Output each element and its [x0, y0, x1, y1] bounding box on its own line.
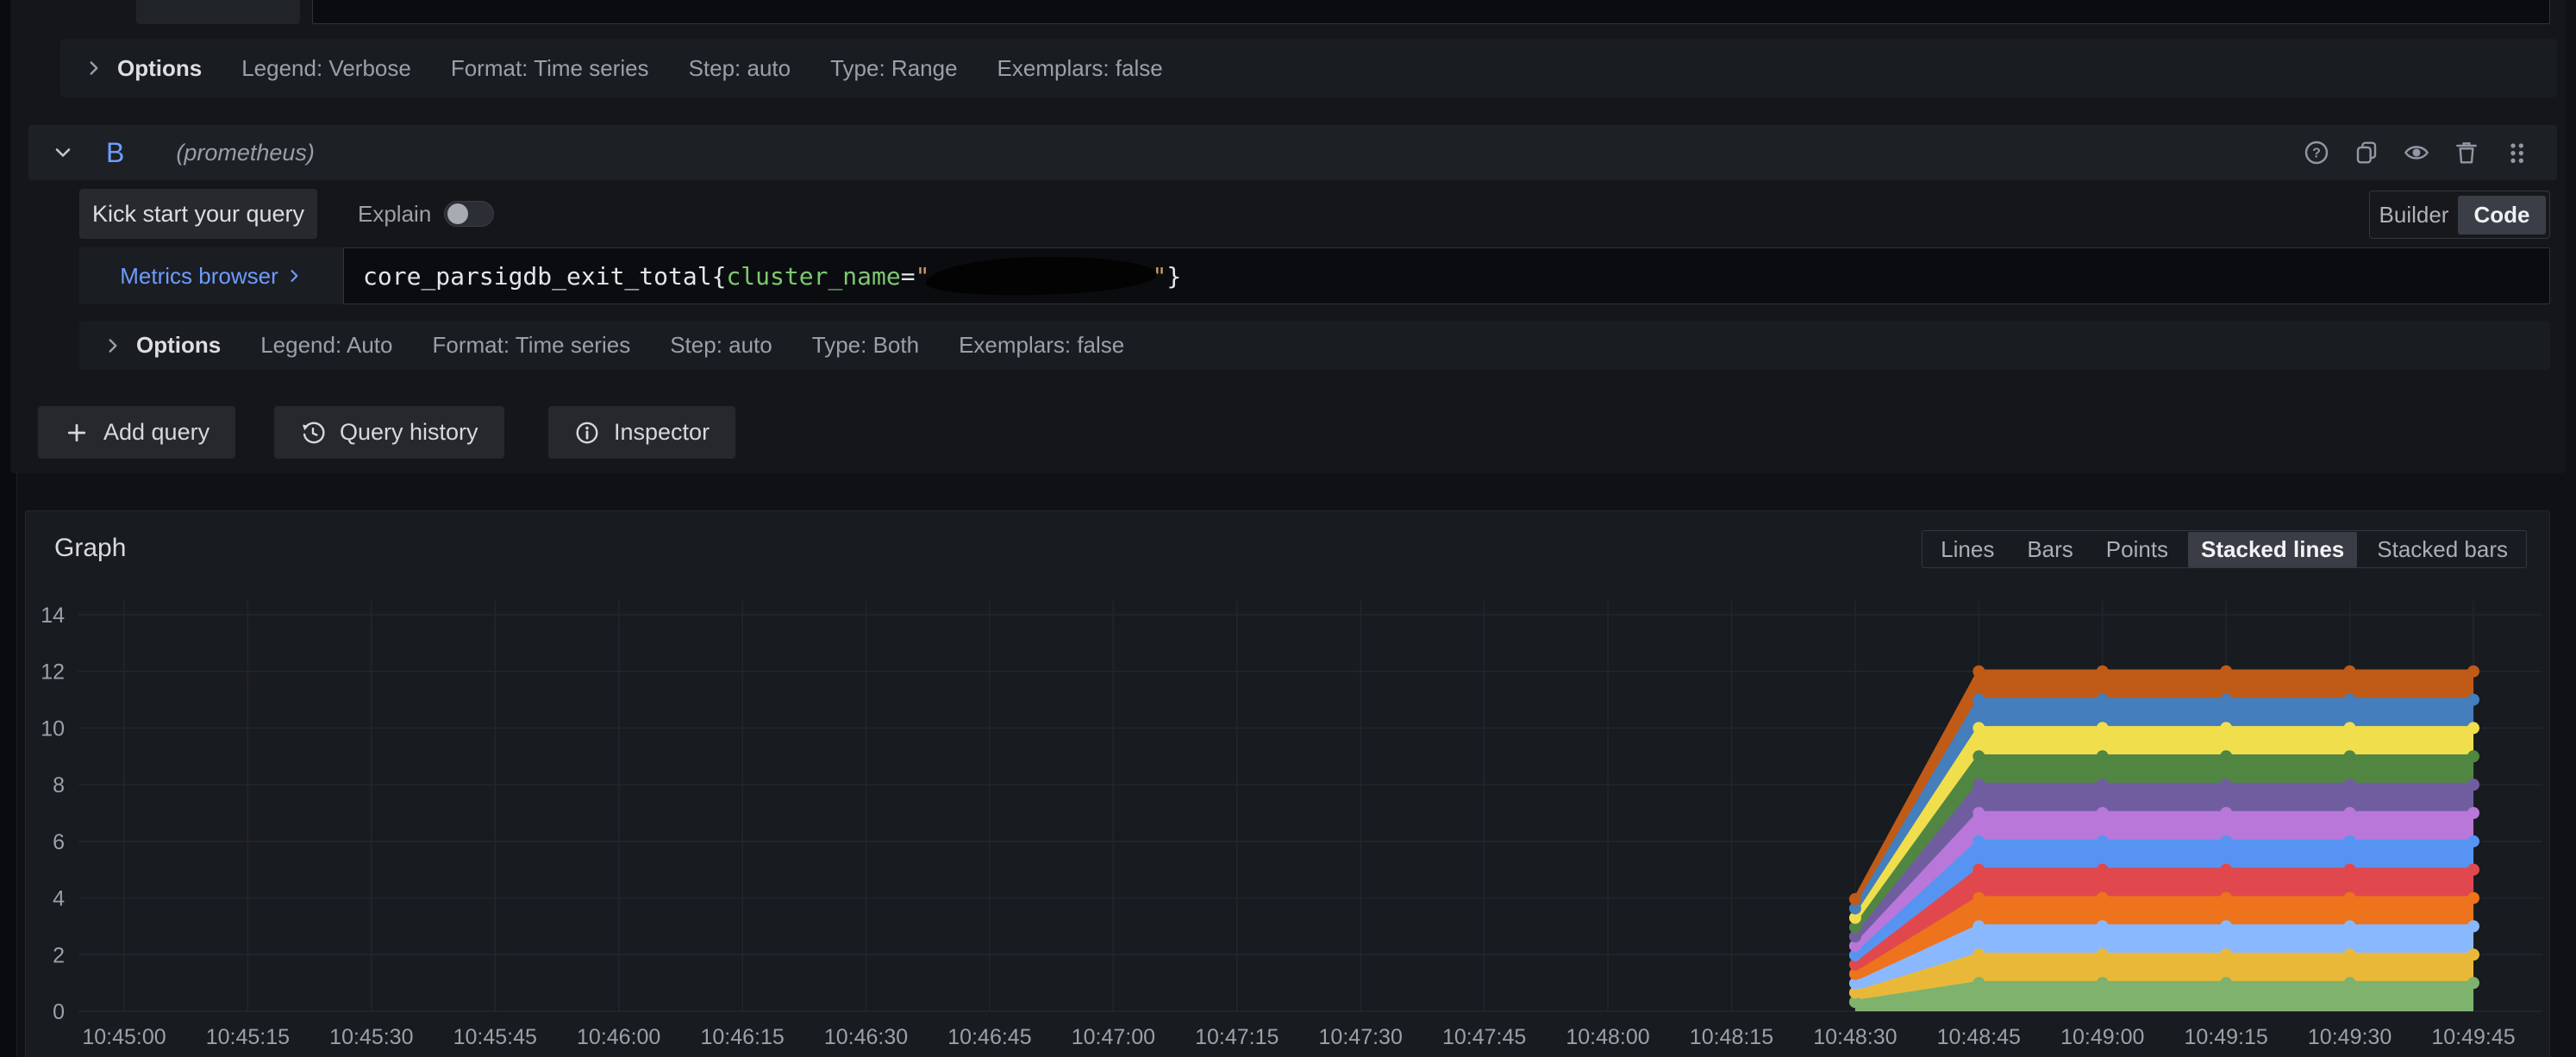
query-b-header[interactable]: B (prometheus) ? — [28, 125, 2557, 180]
redacted-value-blob — [925, 253, 1158, 298]
trash-icon — [2456, 142, 2477, 164]
option-stat: Exemplars: false — [997, 54, 1163, 81]
query-a-options-row[interactable]: Options Legend: Verbose Format: Time seri… — [60, 39, 2557, 97]
eye-button[interactable] — [2402, 138, 2431, 167]
svg-text:10:46:00: 10:46:00 — [577, 1025, 660, 1049]
chevron-right-icon — [102, 335, 124, 357]
metrics-browser-label: Metrics browser — [120, 262, 278, 289]
promql-query-input[interactable]: core_parsigdb_exit_total{cluster_name = " "… — [343, 247, 2550, 304]
svg-text:10:47:45: 10:47:45 — [1442, 1025, 1526, 1049]
copy-button[interactable] — [2352, 138, 2381, 167]
drag-handle-icon — [2510, 143, 2523, 163]
svg-text:4: 4 — [53, 887, 65, 911]
query-a-options-stats: Legend: Verbose Format: Time series Step: … — [241, 55, 1163, 82]
button-label: Inspector — [614, 419, 710, 445]
help-icon: ? — [2304, 141, 2329, 165]
query-b-options-label: Options — [136, 332, 222, 358]
svg-text:?: ? — [2312, 146, 2321, 160]
eye-icon — [2404, 146, 2429, 159]
plus-icon — [67, 423, 86, 441]
svg-text:10:46:45: 10:46:45 — [947, 1025, 1031, 1049]
add-query-button[interactable]: Add query — [38, 406, 236, 459]
graph-panel: Graph Lines Bars Points Stacked lines Stacke… — [25, 510, 2550, 1057]
copy-icon — [2356, 141, 2377, 164]
query-history-button[interactable]: Query history — [274, 406, 504, 459]
query-a-input-remnant[interactable] — [312, 0, 2550, 24]
query-a-button-remnant[interactable] — [136, 0, 300, 24]
svg-text:10:46:30: 10:46:30 — [824, 1025, 908, 1049]
grafana-explore-page: Options Legend: Verbose Format: Time seri… — [0, 0, 2576, 1057]
button-label: Add query — [103, 419, 210, 445]
query-b-options-row[interactable]: Options Legend: Auto Format: Time series S… — [79, 321, 2550, 370]
chevron-right-icon — [83, 57, 105, 79]
option-stat: Exemplars: false — [959, 332, 1125, 358]
toggle-knob — [447, 203, 468, 224]
svg-text:10:48:45: 10:48:45 — [1937, 1025, 2021, 1049]
svg-text:14: 14 — [41, 604, 65, 628]
svg-text:2: 2 — [53, 943, 65, 967]
stacked-area-chart[interactable]: 0 2 4 6 8 10 12 14 10:45:00 10:45:15 10:45:30 10:45… — [26, 511, 2549, 1057]
svg-text:10:48:15: 10:48:15 — [1690, 1025, 1773, 1049]
option-stat: Format: Time series — [450, 54, 649, 81]
svg-text:10:48:30: 10:48:30 — [1813, 1025, 1897, 1049]
svg-text:10:47:00: 10:47:00 — [1072, 1025, 1155, 1049]
explain-toggle[interactable] — [444, 201, 494, 227]
query-label-key: cluster_name — [726, 261, 901, 291]
option-stat: Legend: Verbose — [241, 54, 411, 81]
query-b-header-actions: ? — [2302, 138, 2531, 167]
chevron-down-icon[interactable] — [51, 141, 75, 165]
history-icon — [303, 421, 325, 443]
svg-text:8: 8 — [53, 773, 65, 797]
svg-text:10:45:15: 10:45:15 — [206, 1025, 290, 1049]
kick-start-query-button[interactable]: Kick start your query — [79, 189, 317, 239]
button-label: Query history — [340, 419, 478, 445]
svg-text:0: 0 — [53, 1000, 65, 1024]
query-datasource: (prometheus) — [176, 139, 315, 166]
svg-text:10:45:30: 10:45:30 — [329, 1025, 413, 1049]
svg-text:10:49:30: 10:49:30 — [2308, 1025, 2392, 1049]
svg-text:6: 6 — [53, 830, 65, 854]
svg-text:10:47:15: 10:47:15 — [1195, 1025, 1279, 1049]
query-b-options-stats: Legend: Auto Format: Time series Step: aut… — [260, 332, 1124, 359]
svg-text:10:49:00: 10:49:00 — [2060, 1025, 2144, 1049]
trash-button[interactable] — [2452, 138, 2481, 167]
chevron-right-icon — [291, 270, 298, 282]
option-stat: Legend: Auto — [260, 332, 393, 358]
svg-text:10: 10 — [41, 716, 65, 741]
svg-text:10:47:30: 10:47:30 — [1319, 1025, 1403, 1049]
option-stat: Type: Range — [830, 54, 958, 81]
query-a-options-label: Options — [117, 54, 203, 81]
info-icon — [576, 422, 598, 443]
option-stat: Step: auto — [688, 54, 791, 81]
editor-mode-code[interactable]: Code — [2458, 195, 2546, 235]
option-stat: Step: auto — [670, 332, 772, 358]
svg-text:10:49:45: 10:49:45 — [2431, 1025, 2515, 1049]
svg-text:10:45:00: 10:45:00 — [82, 1025, 166, 1049]
svg-text:10:49:15: 10:49:15 — [2184, 1025, 2267, 1049]
query-metric: core_parsigdb_exit_total{ — [363, 261, 727, 291]
help-button[interactable]: ? — [2302, 138, 2331, 167]
editor-mode-switch: Builder Code — [2369, 191, 2550, 239]
query-ref-id: B — [106, 136, 125, 168]
option-stat: Type: Both — [811, 332, 920, 358]
option-stat: Format: Time series — [432, 332, 631, 358]
drag-handle-button[interactable] — [2502, 138, 2531, 167]
explain-label: Explain — [358, 200, 432, 227]
query-close-brace: } — [1166, 261, 1182, 291]
svg-text:10:48:00: 10:48:00 — [1566, 1025, 1649, 1049]
svg-text:10:46:15: 10:46:15 — [700, 1025, 784, 1049]
inspector-button[interactable]: Inspector — [548, 406, 736, 459]
svg-text:12: 12 — [41, 660, 65, 685]
metrics-browser-button[interactable]: Metrics browser — [79, 247, 343, 304]
query-operator: = — [900, 261, 916, 291]
svg-text:10:45:45: 10:45:45 — [453, 1025, 537, 1049]
editor-mode-builder[interactable]: Builder — [2370, 196, 2458, 235]
